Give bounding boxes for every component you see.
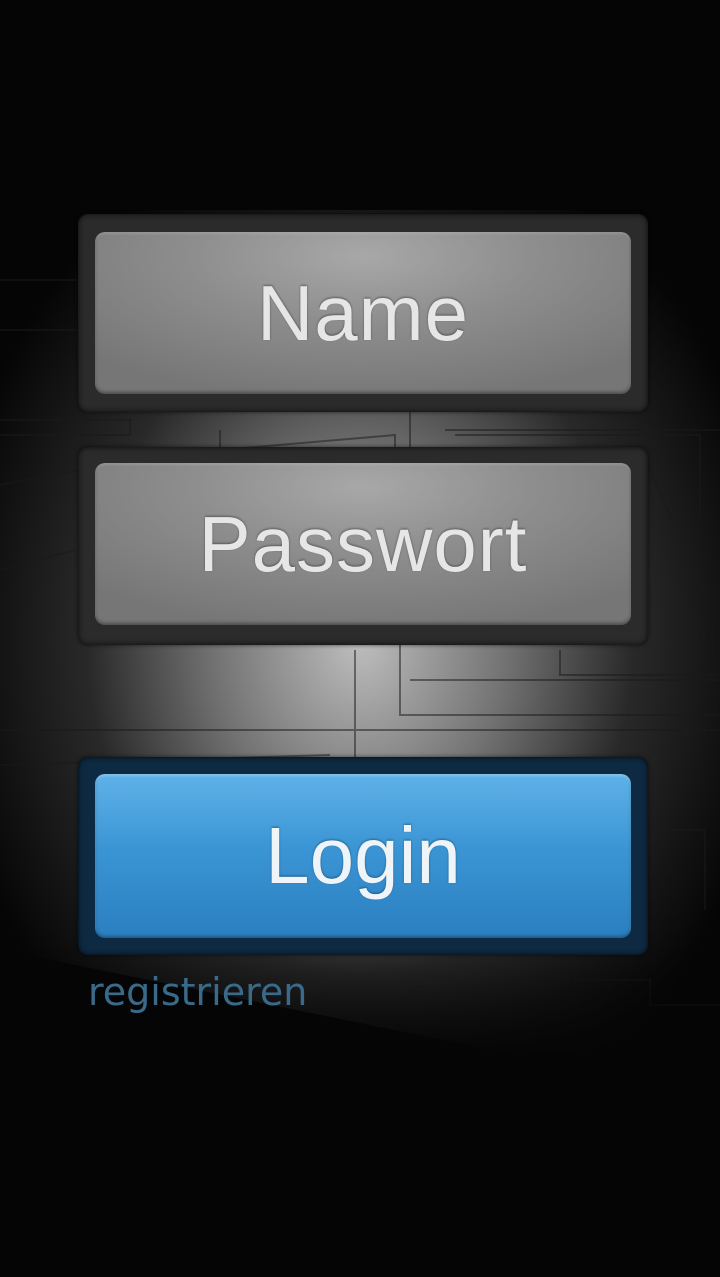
login-button-label: Login [265,811,461,900]
login-button-frame: Login [78,757,648,955]
login-button[interactable]: Login [95,774,631,938]
login-screen: Name Passwort Login registrieren [0,0,720,1277]
name-input[interactable]: Name [95,232,631,394]
password-field-frame: Passwort [78,447,648,645]
register-link[interactable]: registrieren [88,970,307,1014]
name-field-frame: Name [78,214,648,412]
name-placeholder: Name [256,269,470,357]
password-placeholder: Passwort [198,500,528,588]
password-input[interactable]: Passwort [95,463,631,625]
